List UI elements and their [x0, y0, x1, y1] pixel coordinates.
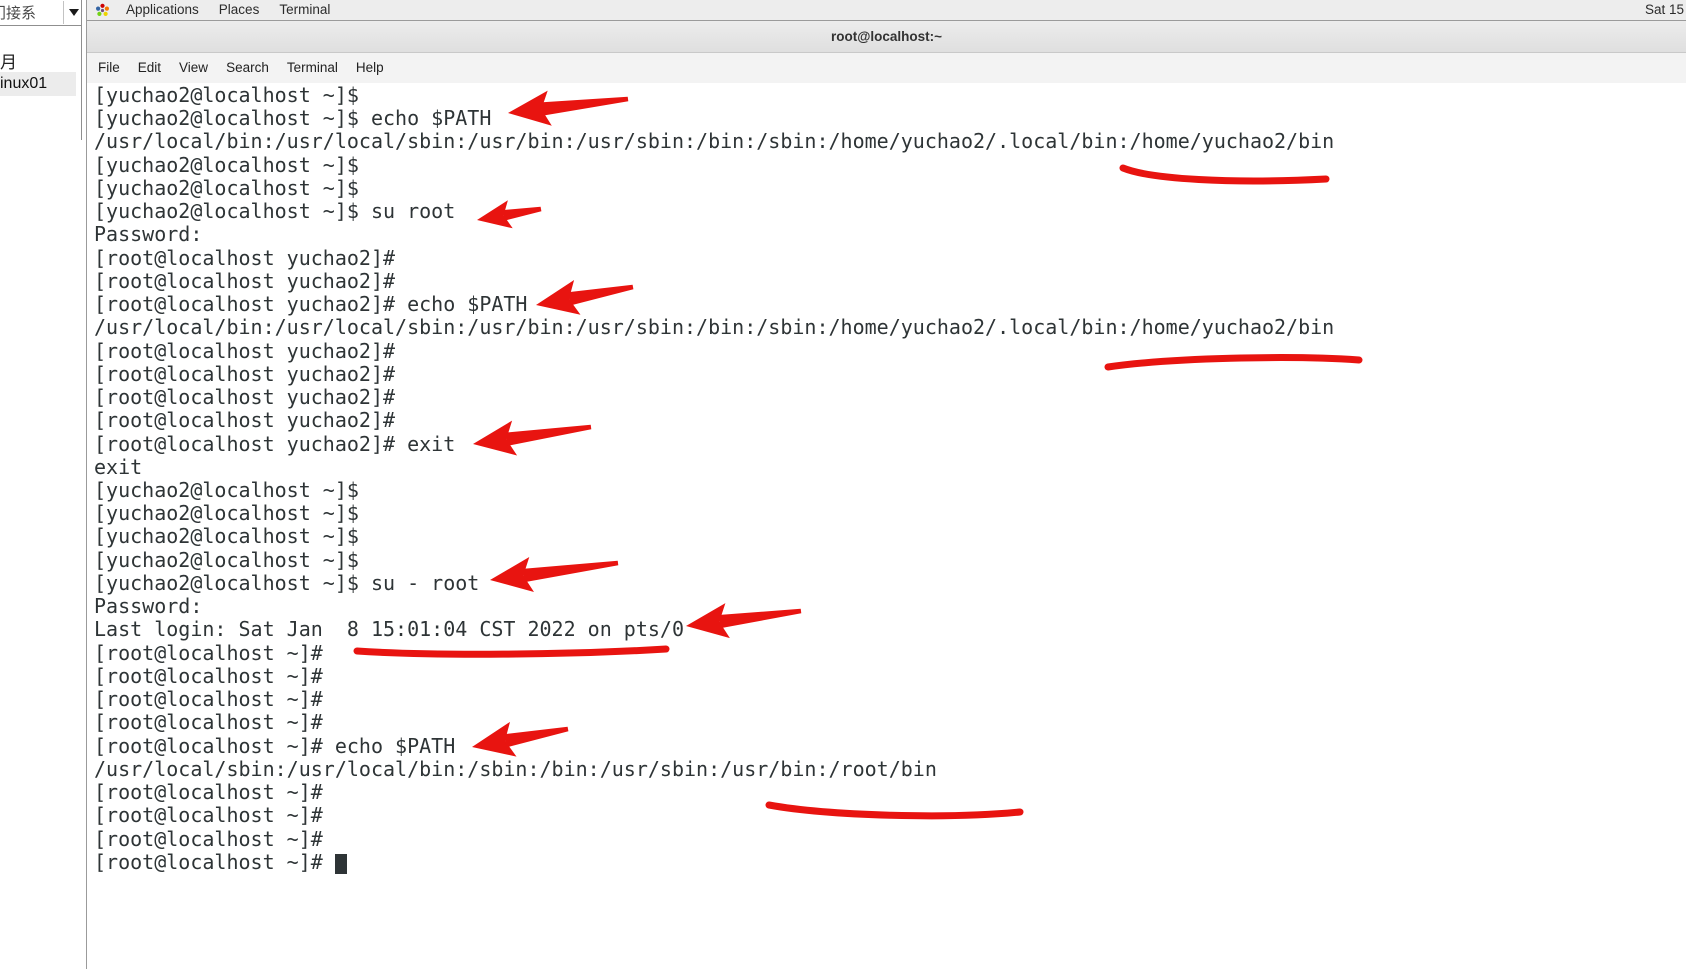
panel-menu-terminal[interactable]: Terminal	[269, 0, 340, 20]
terminal-line: [root@localhost ~]#	[94, 642, 1686, 665]
terminal-line: [yuchao2@localhost ~]$ su root	[94, 200, 1686, 223]
terminal-line: [yuchao2@localhost ~]$ su - root	[94, 572, 1686, 595]
panel-menu-places[interactable]: Places	[209, 0, 270, 20]
chevron-down-icon[interactable]	[69, 9, 79, 16]
terminal-line: [root@localhost ~]# echo $PATH	[94, 735, 1686, 758]
terminal-line: [root@localhost ~]#	[94, 851, 1686, 874]
terminal-line: [root@localhost ~]#	[94, 688, 1686, 711]
terminal-cursor	[335, 854, 347, 874]
terminal-window: root@localhost:~ File Edit View Search T…	[87, 21, 1686, 969]
terminal-line: /usr/local/bin:/usr/local/sbin:/usr/bin:…	[94, 130, 1686, 153]
menu-file[interactable]: File	[89, 53, 129, 83]
menu-view[interactable]: View	[170, 53, 217, 83]
terminal-line: [yuchao2@localhost ~]$	[94, 549, 1686, 572]
screen: 门接系 月 inux01 Applications Places Termina	[0, 0, 1686, 969]
combobox-divider	[63, 1, 64, 24]
session-folder-partial-label: 月	[0, 48, 78, 72]
terminal-line: [root@localhost yuchao2]#	[94, 386, 1686, 409]
session-manager-panel: 门接系 月 inux01	[0, 0, 84, 969]
terminal-line: [yuchao2@localhost ~]$	[94, 177, 1686, 200]
menu-edit[interactable]: Edit	[129, 53, 170, 83]
terminal-line: [root@localhost ~]#	[94, 781, 1686, 804]
terminal-line: Last login: Sat Jan 8 15:01:04 CST 2022 …	[94, 618, 1686, 641]
terminal-line: [root@localhost ~]#	[94, 804, 1686, 827]
session-item-linux01[interactable]: inux01	[0, 72, 76, 96]
terminal-line: [root@localhost yuchao2]#	[94, 340, 1686, 363]
session-filter-label: 门接系	[0, 2, 36, 23]
applications-menu-icon[interactable]	[95, 3, 110, 18]
terminal-line: [yuchao2@localhost ~]$	[94, 154, 1686, 177]
panel-right-border	[81, 25, 82, 140]
terminal-line: [root@localhost ~]#	[94, 665, 1686, 688]
remote-desktop: Applications Places Terminal Sat 15 root…	[86, 0, 1686, 969]
terminal-line: [root@localhost yuchao2]#	[94, 409, 1686, 432]
terminal-line: [yuchao2@localhost ~]$	[94, 479, 1686, 502]
terminal-line: [yuchao2@localhost ~]$	[94, 84, 1686, 107]
terminal-line: [yuchao2@localhost ~]$	[94, 525, 1686, 548]
gnome-top-panel: Applications Places Terminal Sat 15	[87, 0, 1686, 21]
terminal-line: [root@localhost ~]#	[94, 711, 1686, 734]
menu-terminal[interactable]: Terminal	[278, 53, 347, 83]
terminal-line: [root@localhost yuchao2]# echo $PATH	[94, 293, 1686, 316]
menu-search[interactable]: Search	[217, 53, 278, 83]
terminal-line: [root@localhost yuchao2]#	[94, 270, 1686, 293]
panel-clock[interactable]: Sat 15	[1645, 0, 1684, 20]
panel-menu-applications[interactable]: Applications	[116, 0, 209, 20]
terminal-line: [yuchao2@localhost ~]$ echo $PATH	[94, 107, 1686, 130]
terminal-line: [root@localhost yuchao2]# exit	[94, 433, 1686, 456]
terminal-menubar: File Edit View Search Terminal Help	[87, 53, 1686, 84]
menu-help[interactable]: Help	[347, 53, 393, 83]
terminal-line: /usr/local/bin:/usr/local/sbin:/usr/bin:…	[94, 316, 1686, 339]
terminal-line: [yuchao2@localhost ~]$	[94, 502, 1686, 525]
terminal-line: Password:	[94, 595, 1686, 618]
terminal-line: [root@localhost ~]#	[94, 828, 1686, 851]
terminal-line: [root@localhost yuchao2]#	[94, 247, 1686, 270]
terminal-line: exit	[94, 456, 1686, 479]
terminal-line: Password:	[94, 223, 1686, 246]
terminal-screen[interactable]: [yuchao2@localhost ~]$[yuchao2@localhost…	[87, 83, 1686, 969]
terminal-line: /usr/local/sbin:/usr/local/bin:/sbin:/bi…	[94, 758, 1686, 781]
window-titlebar[interactable]: root@localhost:~	[87, 21, 1686, 53]
terminal-line: [root@localhost yuchao2]#	[94, 363, 1686, 386]
